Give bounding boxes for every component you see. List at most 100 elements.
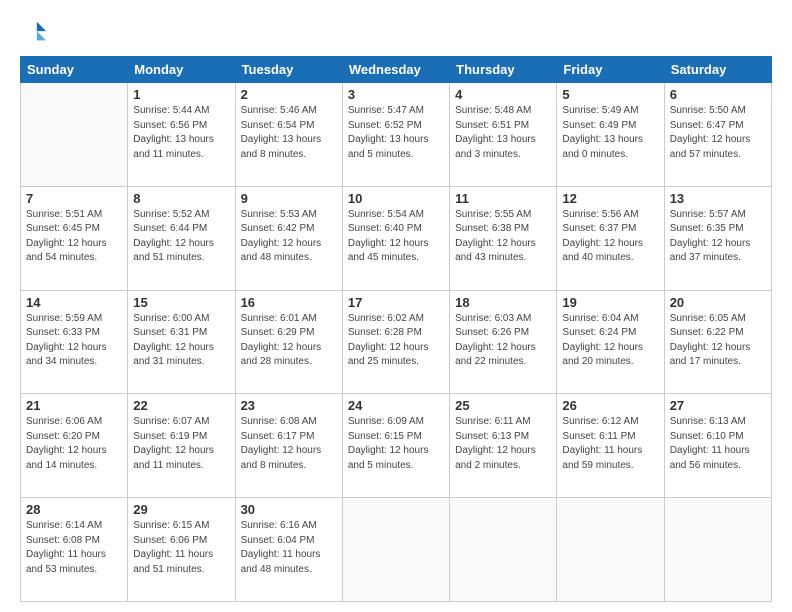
calendar-week-3: 14 Sunrise: 5:59 AMSunset: 6:33 PMDayligh… [21, 290, 772, 394]
day-number: 3 [348, 87, 444, 102]
day-info: Sunrise: 5:56 AMSunset: 6:37 PMDaylight:… [562, 208, 658, 266]
calendar-header-monday: Monday [128, 57, 235, 83]
calendar-cell: 12 Sunrise: 5:56 AMSunset: 6:37 PMDayligh… [557, 186, 664, 290]
day-info: Sunrise: 6:05 AMSunset: 6:22 PMDaylight:… [670, 312, 766, 370]
day-info: Sunrise: 5:57 AMSunset: 6:35 PMDaylight:… [670, 208, 766, 266]
calendar-cell: 2 Sunrise: 5:46 AMSunset: 6:54 PMDaylight… [235, 83, 342, 187]
calendar-week-2: 7Sunrise: 5:51 AMSunset: 6:45 PMDaylight… [21, 186, 772, 290]
calendar-week-5: 28Sunrise: 6:14 AMSunset: 6:08 PMDayligh… [21, 498, 772, 602]
calendar-cell: 20 Sunrise: 6:05 AMSunset: 6:22 PMDayligh… [664, 290, 771, 394]
day-info: Sunrise: 6:16 AMSunset: 6:04 PMDaylight:… [241, 519, 337, 577]
day-info: Sunrise: 5:49 AMSunset: 6:49 PMDaylight:… [562, 104, 658, 162]
calendar-cell: 17 Sunrise: 6:02 AMSunset: 6:28 PMDayligh… [342, 290, 449, 394]
day-number: 10 [348, 191, 444, 206]
day-number: 5 [562, 87, 658, 102]
day-number: 1 [133, 87, 229, 102]
day-number: 2 [241, 87, 337, 102]
day-info: Sunrise: 5:52 AMSunset: 6:44 PMDaylight:… [133, 208, 229, 266]
day-number: 6 [670, 87, 766, 102]
day-info: Sunrise: 6:03 AMSunset: 6:26 PMDaylight:… [455, 312, 551, 370]
calendar-cell [557, 498, 664, 602]
day-number: 29 [133, 502, 229, 517]
day-info: Sunrise: 6:11 AMSunset: 6:13 PMDaylight:… [455, 415, 551, 473]
day-info: Sunrise: 5:47 AMSunset: 6:52 PMDaylight:… [348, 104, 444, 162]
day-number: 7 [26, 191, 122, 206]
calendar-cell: 9 Sunrise: 5:53 AMSunset: 6:42 PMDaylight… [235, 186, 342, 290]
calendar-cell: 6 Sunrise: 5:50 AMSunset: 6:47 PMDaylight… [664, 83, 771, 187]
calendar-cell: 27Sunrise: 6:13 AMSunset: 6:10 PMDayligh… [664, 394, 771, 498]
day-number: 21 [26, 398, 122, 413]
calendar-cell [21, 83, 128, 187]
day-info: Sunrise: 5:53 AMSunset: 6:42 PMDaylight:… [241, 208, 337, 266]
calendar-cell: 21 Sunrise: 6:06 AMSunset: 6:20 PMDayligh… [21, 394, 128, 498]
day-info: Sunrise: 5:54 AMSunset: 6:40 PMDaylight:… [348, 208, 444, 266]
day-info: Sunrise: 6:06 AMSunset: 6:20 PMDaylight:… [26, 415, 122, 473]
day-number: 9 [241, 191, 337, 206]
calendar-cell: 30 Sunrise: 6:16 AMSunset: 6:04 PMDayligh… [235, 498, 342, 602]
day-number: 16 [241, 295, 337, 310]
logo-icon [20, 18, 48, 46]
calendar-cell: 11 Sunrise: 5:55 AMSunset: 6:38 PMDayligh… [450, 186, 557, 290]
day-info: Sunrise: 5:50 AMSunset: 6:47 PMDaylight:… [670, 104, 766, 162]
day-info: Sunrise: 5:48 AMSunset: 6:51 PMDaylight:… [455, 104, 551, 162]
day-info: Sunrise: 5:44 AMSunset: 6:56 PMDaylight:… [133, 104, 229, 162]
calendar-cell: 24 Sunrise: 6:09 AMSunset: 6:15 PMDayligh… [342, 394, 449, 498]
day-number: 11 [455, 191, 551, 206]
calendar-cell [664, 498, 771, 602]
calendar-cell: 1 Sunrise: 5:44 AMSunset: 6:56 PMDaylight… [128, 83, 235, 187]
day-number: 22 [133, 398, 229, 413]
calendar-cell: 23Sunrise: 6:08 AMSunset: 6:17 PMDayligh… [235, 394, 342, 498]
calendar-cell: 7Sunrise: 5:51 AMSunset: 6:45 PMDaylight… [21, 186, 128, 290]
calendar-cell: 19 Sunrise: 6:04 AMSunset: 6:24 PMDayligh… [557, 290, 664, 394]
day-info: Sunrise: 6:12 AMSunset: 6:11 PMDaylight:… [562, 415, 658, 473]
calendar-cell: 3 Sunrise: 5:47 AMSunset: 6:52 PMDaylight… [342, 83, 449, 187]
day-number: 14 [26, 295, 122, 310]
calendar-cell: 16 Sunrise: 6:01 AMSunset: 6:29 PMDayligh… [235, 290, 342, 394]
calendar-cell: 26Sunrise: 6:12 AMSunset: 6:11 PMDayligh… [557, 394, 664, 498]
day-number: 17 [348, 295, 444, 310]
day-number: 12 [562, 191, 658, 206]
calendar: SundayMondayTuesdayWednesdayThursdayFrid… [20, 56, 772, 602]
day-number: 24 [348, 398, 444, 413]
day-info: Sunrise: 6:13 AMSunset: 6:10 PMDaylight:… [670, 415, 766, 473]
day-number: 13 [670, 191, 766, 206]
day-number: 15 [133, 295, 229, 310]
calendar-cell: 25 Sunrise: 6:11 AMSunset: 6:13 PMDayligh… [450, 394, 557, 498]
day-info: Sunrise: 6:04 AMSunset: 6:24 PMDaylight:… [562, 312, 658, 370]
calendar-header-sunday: Sunday [21, 57, 128, 83]
day-info: Sunrise: 5:55 AMSunset: 6:38 PMDaylight:… [455, 208, 551, 266]
calendar-header-wednesday: Wednesday [342, 57, 449, 83]
day-info: Sunrise: 5:59 AMSunset: 6:33 PMDaylight:… [26, 312, 122, 370]
day-number: 25 [455, 398, 551, 413]
page: SundayMondayTuesdayWednesdayThursdayFrid… [0, 0, 792, 612]
calendar-cell: 4Sunrise: 5:48 AMSunset: 6:51 PMDaylight… [450, 83, 557, 187]
calendar-cell: 13 Sunrise: 5:57 AMSunset: 6:35 PMDayligh… [664, 186, 771, 290]
day-number: 19 [562, 295, 658, 310]
calendar-header-saturday: Saturday [664, 57, 771, 83]
calendar-cell: 14 Sunrise: 5:59 AMSunset: 6:33 PMDayligh… [21, 290, 128, 394]
day-number: 20 [670, 295, 766, 310]
day-number: 18 [455, 295, 551, 310]
header [20, 18, 772, 46]
calendar-cell: 10 Sunrise: 5:54 AMSunset: 6:40 PMDayligh… [342, 186, 449, 290]
calendar-header-thursday: Thursday [450, 57, 557, 83]
day-info: Sunrise: 6:01 AMSunset: 6:29 PMDaylight:… [241, 312, 337, 370]
calendar-cell: 28Sunrise: 6:14 AMSunset: 6:08 PMDayligh… [21, 498, 128, 602]
day-info: Sunrise: 6:09 AMSunset: 6:15 PMDaylight:… [348, 415, 444, 473]
day-info: Sunrise: 6:07 AMSunset: 6:19 PMDaylight:… [133, 415, 229, 473]
calendar-cell: 29Sunrise: 6:15 AMSunset: 6:06 PMDayligh… [128, 498, 235, 602]
day-number: 30 [241, 502, 337, 517]
logo [20, 18, 52, 46]
day-info: Sunrise: 5:46 AMSunset: 6:54 PMDaylight:… [241, 104, 337, 162]
calendar-week-4: 21 Sunrise: 6:06 AMSunset: 6:20 PMDayligh… [21, 394, 772, 498]
day-info: Sunrise: 6:02 AMSunset: 6:28 PMDaylight:… [348, 312, 444, 370]
calendar-header-tuesday: Tuesday [235, 57, 342, 83]
day-number: 23 [241, 398, 337, 413]
calendar-cell: 5 Sunrise: 5:49 AMSunset: 6:49 PMDaylight… [557, 83, 664, 187]
calendar-cell [450, 498, 557, 602]
calendar-cell [342, 498, 449, 602]
day-number: 8 [133, 191, 229, 206]
calendar-cell: 18 Sunrise: 6:03 AMSunset: 6:26 PMDayligh… [450, 290, 557, 394]
calendar-week-1: 1 Sunrise: 5:44 AMSunset: 6:56 PMDaylight… [21, 83, 772, 187]
day-info: Sunrise: 6:14 AMSunset: 6:08 PMDaylight:… [26, 519, 122, 577]
